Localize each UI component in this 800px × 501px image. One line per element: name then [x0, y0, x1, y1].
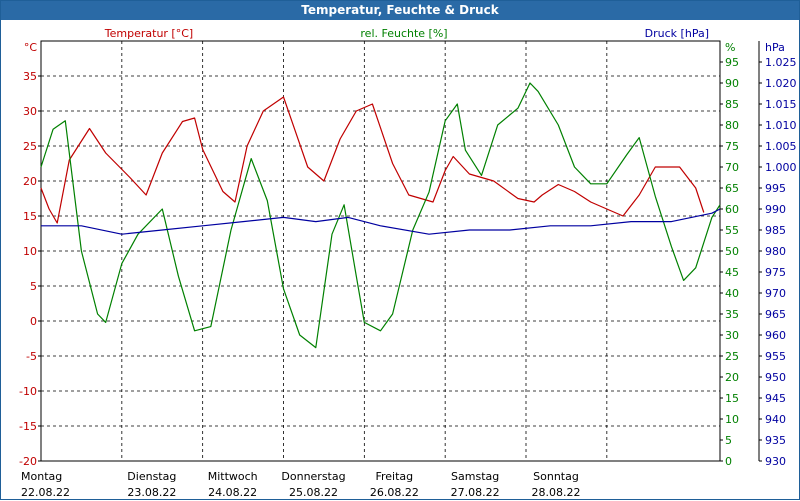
humidity-tick-label: 35	[725, 308, 739, 321]
day-weekday-label: Dienstag	[127, 470, 176, 483]
humidity-tick-label: 15	[725, 392, 739, 405]
pressure-tick-label: 960	[765, 329, 786, 342]
humidity-tick-label: 10	[725, 413, 739, 426]
pressure-unit-label: hPa	[765, 41, 785, 54]
pressure-tick-label: 950	[765, 371, 786, 384]
day-date-label: 25.08.22	[289, 486, 338, 499]
day-weekday-label: Freitag	[375, 470, 413, 483]
humidity-tick-label: 95	[725, 56, 739, 69]
pressure-tick-label: 1.025	[765, 56, 797, 69]
pressure-tick-label: 955	[765, 350, 786, 363]
humidity-unit-label: %	[725, 41, 735, 54]
day-date-label: 23.08.22	[127, 486, 176, 499]
pressure-tick-label: 1.020	[765, 77, 797, 90]
pressure-tick-label: 995	[765, 182, 786, 195]
humidity-tick-label: 30	[725, 329, 739, 342]
humidity-tick-label: 40	[725, 287, 739, 300]
pressure-tick-label: 980	[765, 245, 786, 258]
temperature-tick-label: 20	[23, 175, 37, 188]
temperature-tick-label: 15	[23, 210, 37, 223]
pressure-tick-label: 945	[765, 392, 786, 405]
pressure-tick-label: 1.005	[765, 140, 797, 153]
pressure-tick-label: 970	[765, 287, 786, 300]
temperature-series-line	[40, 96, 705, 224]
humidity-series-line	[40, 82, 721, 349]
weather-chart: -20 -15 -10 -5 0 5 10 15 20 25 30 35 °C 0 5 10 15 20 25 30 3…	[19, 27, 797, 499]
humidity-tick-label: 80	[725, 119, 739, 132]
humidity-tick-label: 60	[725, 203, 739, 216]
day-weekday-label: Sonntag	[533, 470, 579, 483]
day-weekday-label: Mittwoch	[208, 470, 258, 483]
temperature-tick-label: 10	[23, 245, 37, 258]
humidity-tick-label: 55	[725, 224, 739, 237]
pressure-tick-label: 1.000	[765, 161, 797, 174]
pressure-tick-label: 975	[765, 266, 786, 279]
temperature-tick-label: -15	[19, 420, 37, 433]
day-date-label: 28.08.22	[532, 486, 581, 499]
humidity-tick-label: 20	[725, 371, 739, 384]
pressure-tick-label: 985	[765, 224, 786, 237]
day-date-label: 26.08.22	[370, 486, 419, 499]
temperature-tick-label: 30	[23, 105, 37, 118]
humidity-tick-label: 90	[725, 77, 739, 90]
temperature-tick-label: 0	[30, 315, 37, 328]
temperature-tick-label: -10	[19, 385, 37, 398]
chart-window: Temperatur, Feuchte & Druck -20 -15 -10 -5 0…	[0, 0, 800, 500]
humidity-tick-label: 0	[725, 455, 732, 468]
temperature-tick-label: 25	[23, 140, 37, 153]
pressure-series-line	[41, 208, 721, 235]
temperature-tick-label: 35	[23, 70, 37, 83]
pressure-tick-label: 965	[765, 308, 786, 321]
humidity-tick-label: 25	[725, 350, 739, 363]
temperature-tick-label: 5	[30, 280, 37, 293]
humidity-tick-label: 70	[725, 161, 739, 174]
temperature-axis-title: Temperatur [°C]	[104, 27, 193, 40]
humidity-tick-label: 45	[725, 266, 739, 279]
day-date-label: 24.08.22	[208, 486, 257, 499]
day-weekday-label: Donnerstag	[281, 470, 345, 483]
pressure-tick-label: 935	[765, 434, 786, 447]
humidity-tick-label: 50	[725, 245, 739, 258]
temperature-tick-label: -20	[19, 455, 37, 468]
day-date-label: 27.08.22	[451, 486, 500, 499]
day-date-label: 22.08.22	[21, 486, 70, 499]
pressure-axis-title: Druck [hPa]	[645, 27, 709, 40]
humidity-axis-title: rel. Feuchte [%]	[360, 27, 447, 40]
day-weekday-label: Samstag	[451, 470, 499, 483]
pressure-tick-label: 1.010	[765, 119, 797, 132]
pressure-tick-label: 940	[765, 413, 786, 426]
day-weekday-label: Montag	[21, 470, 62, 483]
temperature-tick-label: -5	[26, 350, 37, 363]
pressure-tick-label: 990	[765, 203, 786, 216]
humidity-tick-label: 75	[725, 140, 739, 153]
humidity-tick-label: 5	[725, 434, 732, 447]
humidity-tick-label: 65	[725, 182, 739, 195]
temperature-unit-label: °C	[24, 41, 38, 54]
pressure-tick-label: 1.015	[765, 98, 797, 111]
humidity-tick-label: 85	[725, 98, 739, 111]
pressure-tick-label: 930	[765, 455, 786, 468]
